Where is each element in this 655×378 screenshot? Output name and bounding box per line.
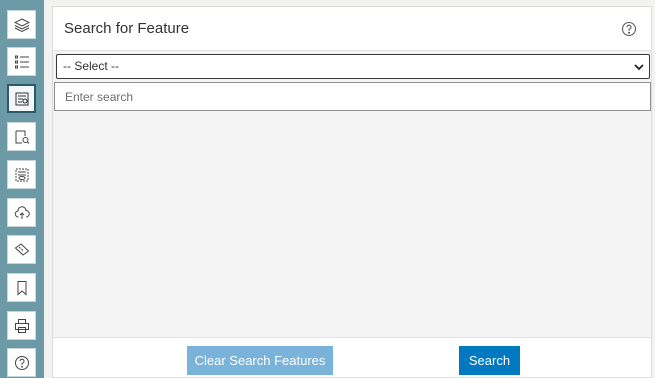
query-button[interactable] bbox=[7, 122, 36, 151]
question-circle-icon[interactable] bbox=[621, 21, 637, 37]
search-button[interactable]: Search bbox=[459, 346, 520, 375]
print-button[interactable] bbox=[7, 311, 36, 340]
select-view-icon bbox=[15, 168, 28, 181]
legend-list-icon bbox=[14, 55, 29, 68]
bookmark-icon bbox=[17, 280, 26, 296]
measure-button[interactable] bbox=[7, 235, 36, 264]
upload-icon bbox=[14, 205, 30, 219]
clear-search-features-button[interactable]: Clear Search Features bbox=[187, 346, 333, 375]
panel-footer: Clear Search Features Search bbox=[53, 337, 651, 377]
search-feature-button[interactable] bbox=[7, 84, 36, 113]
layer-select[interactable]: -- Select -- bbox=[56, 54, 650, 79]
bookmark-button[interactable] bbox=[7, 273, 36, 302]
panel-header: Search for Feature bbox=[53, 7, 651, 51]
help-icon bbox=[14, 355, 29, 370]
search-input[interactable] bbox=[54, 82, 651, 111]
layers-icon bbox=[13, 17, 30, 32]
legend-button[interactable] bbox=[7, 47, 36, 76]
layer-select-value: -- Select -- bbox=[63, 59, 120, 73]
measure-icon bbox=[14, 242, 29, 256]
layers-button[interactable] bbox=[7, 10, 36, 39]
print-icon bbox=[14, 318, 29, 333]
search-feature-icon bbox=[15, 92, 28, 105]
help-button[interactable] bbox=[7, 348, 36, 377]
panel-title: Search for Feature bbox=[64, 20, 190, 37]
select-view-button[interactable] bbox=[7, 160, 36, 189]
query-icon bbox=[15, 130, 29, 144]
left-toolbar bbox=[0, 0, 44, 378]
chevron-down-icon bbox=[634, 64, 644, 71]
search-feature-panel: Search for Feature -- Select -- Clear Se… bbox=[52, 6, 652, 378]
upload-button[interactable] bbox=[7, 198, 36, 227]
